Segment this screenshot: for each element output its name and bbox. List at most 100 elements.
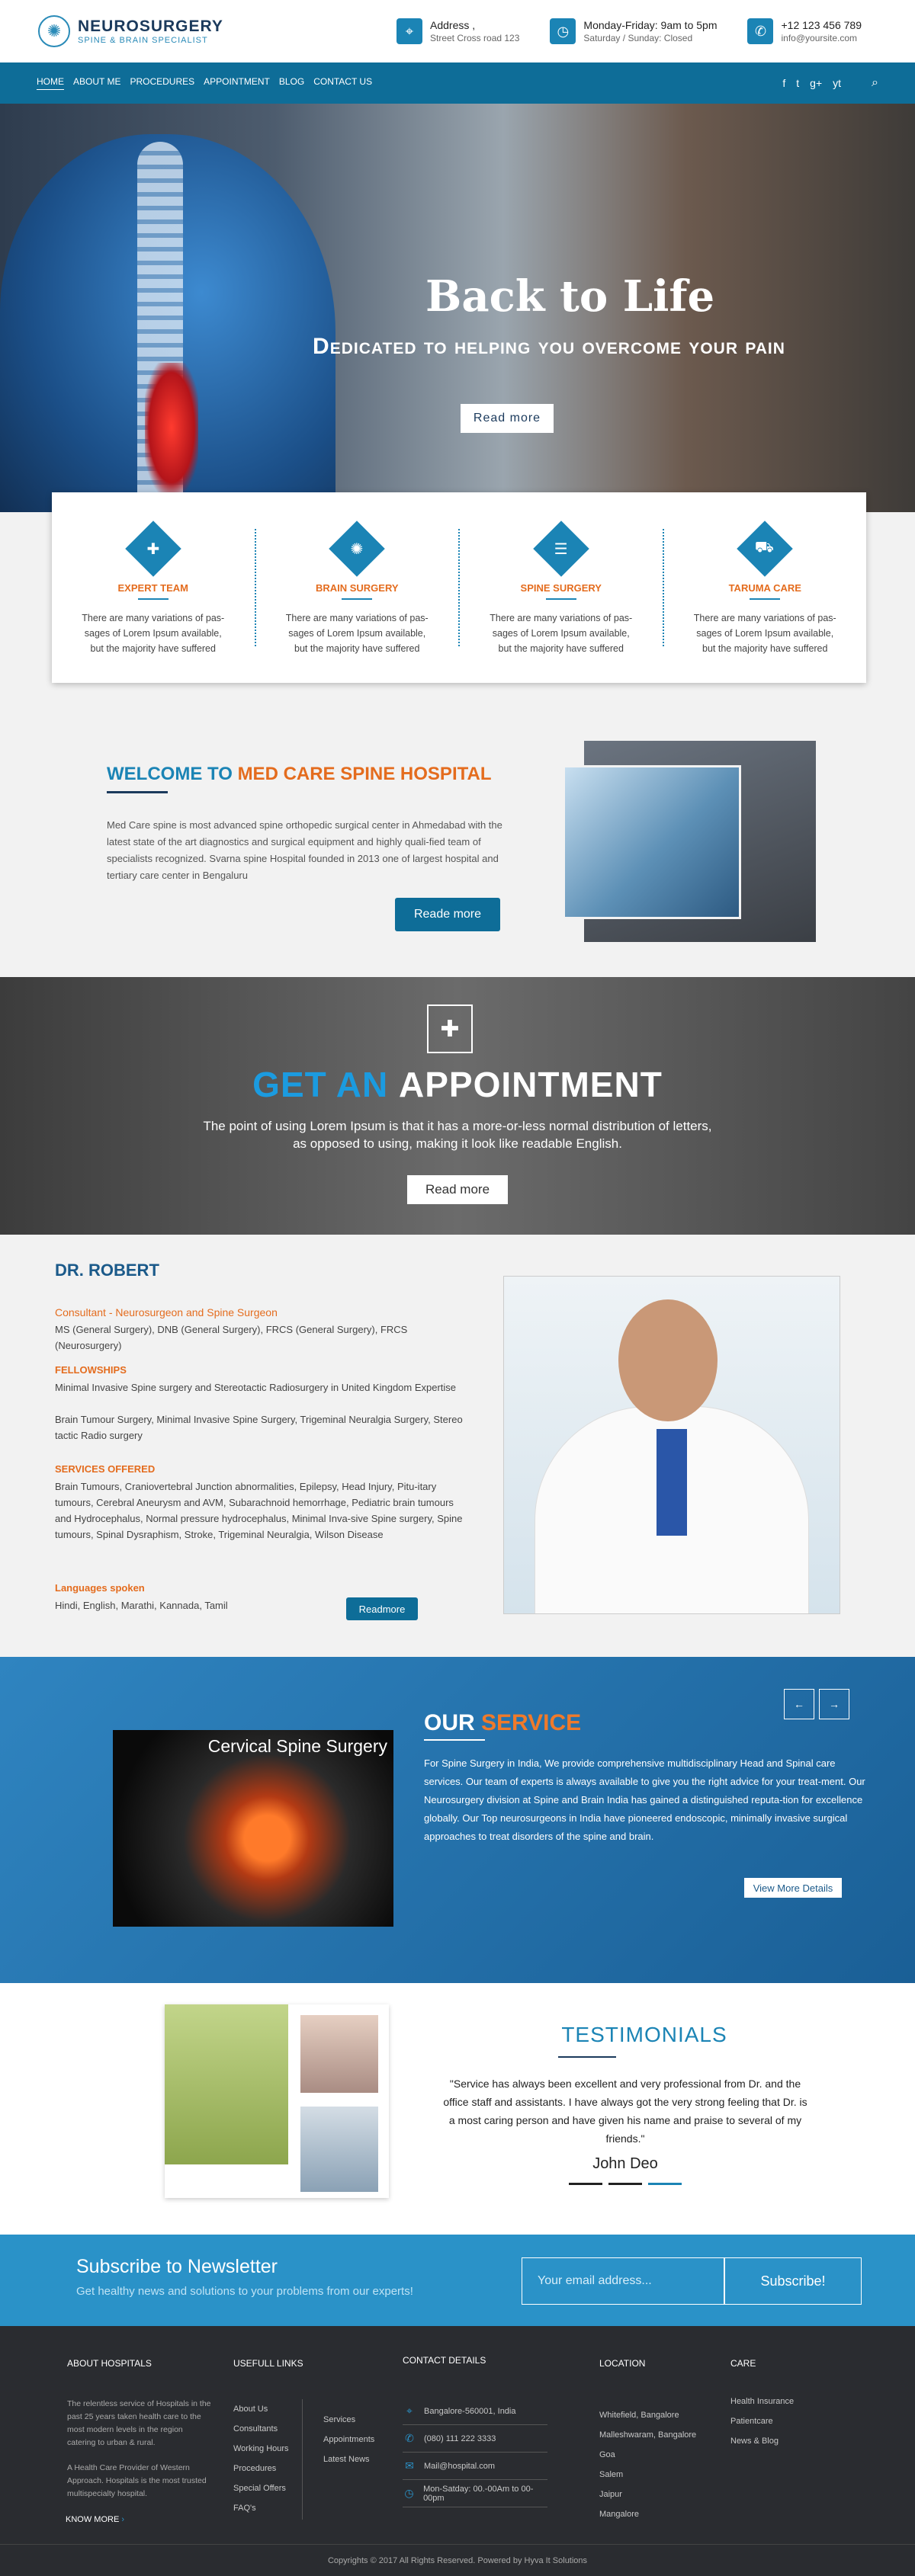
footer-about-text: The relentless service of Hospitals in t… (67, 2399, 211, 2447)
pager-dot-active[interactable] (648, 2183, 682, 2185)
welcome-text: Med Care spine is most advanced spine or… (107, 819, 502, 881)
footer: ABOUT HOSPITALS The relentless service o… (0, 2326, 915, 2576)
footer-link[interactable]: Working Hours (233, 2439, 289, 2459)
appointment-section: ✚ GET AN APPOINTMENT The point of using … (0, 977, 915, 1235)
footer-link[interactable]: Procedures (233, 2459, 289, 2478)
feature-text: There are many variations of pas-sages o… (490, 613, 633, 654)
email-link[interactable]: info@yoursite.com (781, 33, 862, 43)
newsletter-subtitle: Get healthy news and solutions to your p… (76, 2285, 413, 2298)
pager-dot[interactable] (569, 2183, 602, 2185)
hero-read-more-button[interactable]: Read more (461, 404, 554, 433)
contact-address: Bangalore-560001, India (424, 2406, 516, 2416)
footer-link[interactable]: Consultants (233, 2419, 289, 2439)
location-item[interactable]: Malleshwaram, Bangalore (599, 2425, 696, 2445)
testimonial-pager[interactable] (569, 2183, 682, 2185)
surgeon-image (563, 765, 741, 919)
feature-card[interactable]: ✚ EXPERT TEAM There are many variations … (52, 521, 256, 654)
location-item[interactable]: Goa (599, 2445, 696, 2465)
nav-about[interactable]: ABOUT ME (73, 76, 120, 90)
google-plus-icon[interactable]: g+ (810, 77, 822, 89)
footer-link[interactable]: Latest News (323, 2449, 374, 2469)
footer-link[interactable]: Appointments (323, 2430, 374, 2449)
hours-value: Saturday / Sunday: Closed (583, 33, 693, 43)
care-link[interactable]: Health Insurance (730, 2392, 794, 2411)
pager-dot[interactable] (608, 2183, 642, 2185)
email-input[interactable]: Your email address... (522, 2257, 724, 2305)
doctor-section: DR. ROBERT Consultant - Neurosurgeon and… (0, 1235, 915, 1657)
feature-card[interactable]: ⛟ TARUMA CARE There are many variations … (664, 521, 867, 654)
care-link[interactable]: Patientcare (730, 2411, 794, 2431)
service-text: For Spine Surgery in India, We provide c… (424, 1757, 865, 1842)
facebook-icon[interactable]: f (782, 77, 785, 89)
feature-card[interactable]: ✺ BRAIN SURGERY There are many variation… (256, 521, 460, 654)
hero-title: Back to Life (425, 271, 715, 322)
mail-icon: ✉ (405, 2459, 414, 2472)
address-value: Street Cross road 123 (430, 33, 520, 43)
clock-icon: ◷ (404, 2487, 414, 2499)
fellowships-label: FELLOWSHIPS (55, 1364, 127, 1376)
feature-text: There are many variations of pas-sages o… (285, 613, 429, 654)
footer-location-list: Whitefield, Bangalore Malleshwaram, Bang… (599, 2405, 696, 2524)
phone-number[interactable]: +12 123 456 789 (781, 19, 862, 31)
youtube-icon[interactable]: yt (833, 77, 841, 89)
logo[interactable]: ✺ NEUROSURGERY SPINE & BRAIN SPECIALIST (38, 15, 366, 47)
contact-phone[interactable]: (080) 111 222 3333 (424, 2434, 496, 2443)
phone-info: ✆ +12 123 456 789 info@yoursite.com (747, 18, 862, 44)
phone-icon: ✆ (405, 2432, 414, 2444)
doctor-readmore-button[interactable]: Readmore (346, 1597, 418, 1620)
location-item[interactable]: Mangalore (599, 2504, 696, 2524)
appointment-title: GET AN APPOINTMENT (252, 1065, 663, 1104)
feature-title: SPINE SURGERY (520, 582, 602, 594)
brain-icon: ✺ (38, 15, 70, 47)
testimonial-author: John Deo (592, 2155, 658, 2172)
hero-banner: Back to Life Dedicated to helping you ov… (0, 104, 915, 512)
know-more-link[interactable]: KNOW MORE › (66, 2515, 124, 2524)
location-item[interactable]: Whitefield, Bangalore (599, 2405, 696, 2425)
location-item[interactable]: Jaipur (599, 2485, 696, 2504)
doctor-photo (503, 1276, 840, 1614)
feature-title: TARUMA CARE (728, 582, 801, 594)
feature-text: There are many variations of pas-sages o… (693, 613, 836, 654)
logo-subtitle: SPINE & BRAIN SPECIALIST (78, 36, 208, 45)
testimonials-section: TESTIMONIALS "Service has always been ex… (0, 1983, 915, 2235)
nav-appointment[interactable]: APPOINTMENT (204, 76, 270, 90)
footer-link[interactable]: Special Offers (233, 2478, 289, 2498)
twitter-icon[interactable]: t (796, 77, 799, 89)
services-text: Brain Tumours, Craniovertebral Junction … (55, 1481, 463, 1540)
service-title: OUR SERVICE (424, 1710, 582, 1735)
footer-care-title: CARE (730, 2358, 756, 2369)
logo-title: NEUROSURGERY (78, 18, 223, 35)
view-more-details-button[interactable]: View More Details (744, 1878, 842, 1898)
subscribe-button[interactable]: Subscribe! (724, 2257, 862, 2305)
contact-hours: Mon-Satday: 00.-00Am to 00-00pm (423, 2484, 534, 2503)
welcome-read-more-button[interactable]: Reade more (395, 898, 500, 931)
address-label: Address , (430, 19, 476, 31)
prev-arrow-icon[interactable]: ← (784, 1689, 814, 1719)
search-icon[interactable]: ⌕ (872, 76, 878, 90)
testimonials-title: TESTIMONIALS (561, 2023, 727, 2046)
newsletter-title: Subscribe to Newsletter (76, 2256, 278, 2277)
address-info: ⌖ Address , Street Cross road 123 (396, 18, 519, 44)
footer-link[interactable]: About Us (233, 2399, 289, 2419)
phone-icon: ✆ (747, 18, 774, 44)
next-arrow-icon[interactable]: → (819, 1689, 849, 1719)
services-label: SERVICES OFFERED (55, 1463, 156, 1475)
testimonial-photos (165, 2004, 389, 2198)
nav-contact[interactable]: CONTACT US (313, 76, 372, 90)
care-link[interactable]: News & Blog (730, 2431, 794, 2451)
footer-link[interactable]: FAQ's (233, 2498, 289, 2518)
footer-link[interactable]: Services (323, 2410, 374, 2430)
clock-icon: ◷ (550, 18, 576, 44)
footer-contact-list: ⌖ Bangalore-560001, India ✆ (080) 111 222 … (403, 2398, 547, 2507)
hours-label: Monday-Friday: 9am to 5pm (583, 19, 718, 31)
nav-home[interactable]: HOME (37, 76, 64, 90)
features-section: ✚ EXPERT TEAM There are many variations … (0, 492, 915, 710)
feature-card[interactable]: ☰ SPINE SURGERY There are many variation… (460, 521, 664, 654)
location-item[interactable]: Salem (599, 2465, 696, 2485)
contact-email[interactable]: Mail@hospital.com (424, 2462, 495, 2471)
hand-care-icon: ✚ (124, 521, 181, 577)
testimonial-quote: "Service has always been excellent and v… (443, 2078, 807, 2145)
appointment-read-more-button[interactable]: Read more (407, 1175, 508, 1204)
nav-procedures[interactable]: PROCEDURES (130, 76, 194, 90)
nav-blog[interactable]: BLOG (279, 76, 304, 90)
